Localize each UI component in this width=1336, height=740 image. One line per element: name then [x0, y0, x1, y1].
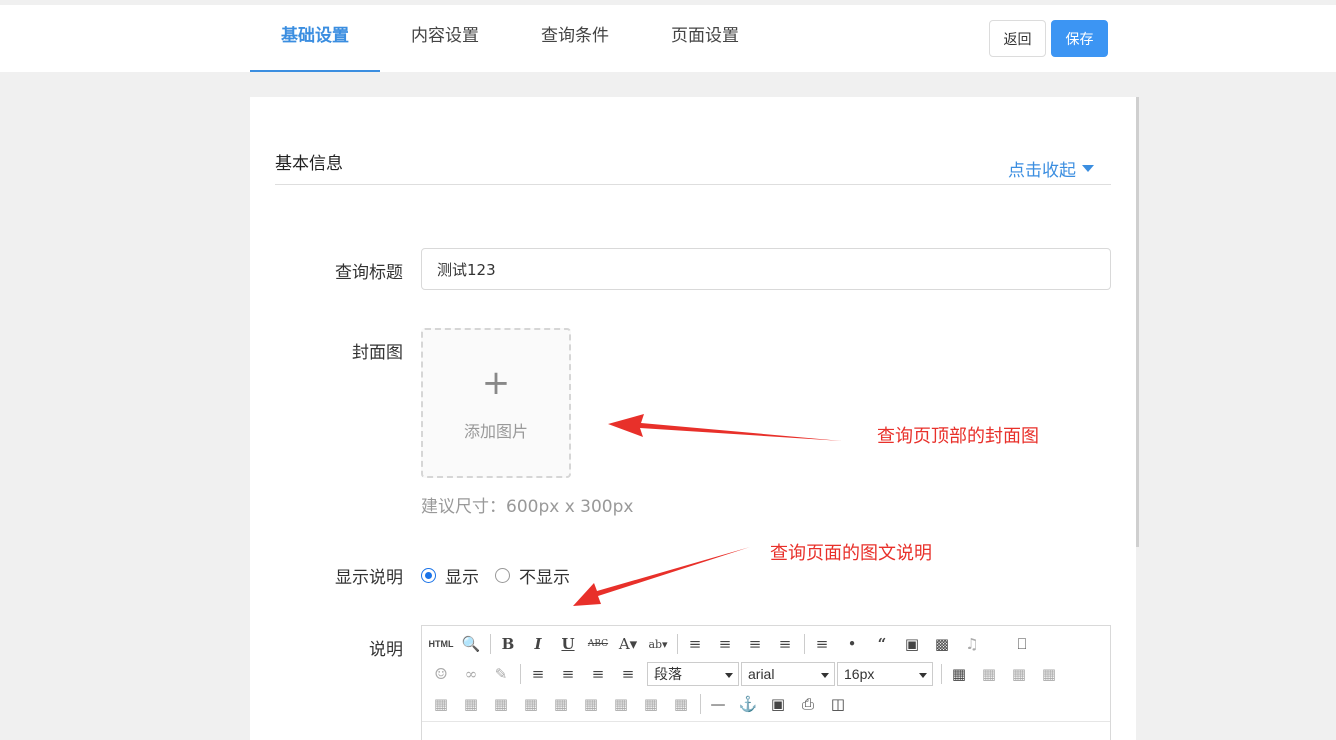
annotation-arrows: [573, 414, 842, 606]
description-annotation: 查询页面的图文说明: [770, 543, 932, 564]
arrow-to-description: [573, 547, 750, 606]
cover-annotation: 查询页顶部的封面图: [877, 426, 1039, 447]
arrow-to-cover: [608, 414, 842, 441]
